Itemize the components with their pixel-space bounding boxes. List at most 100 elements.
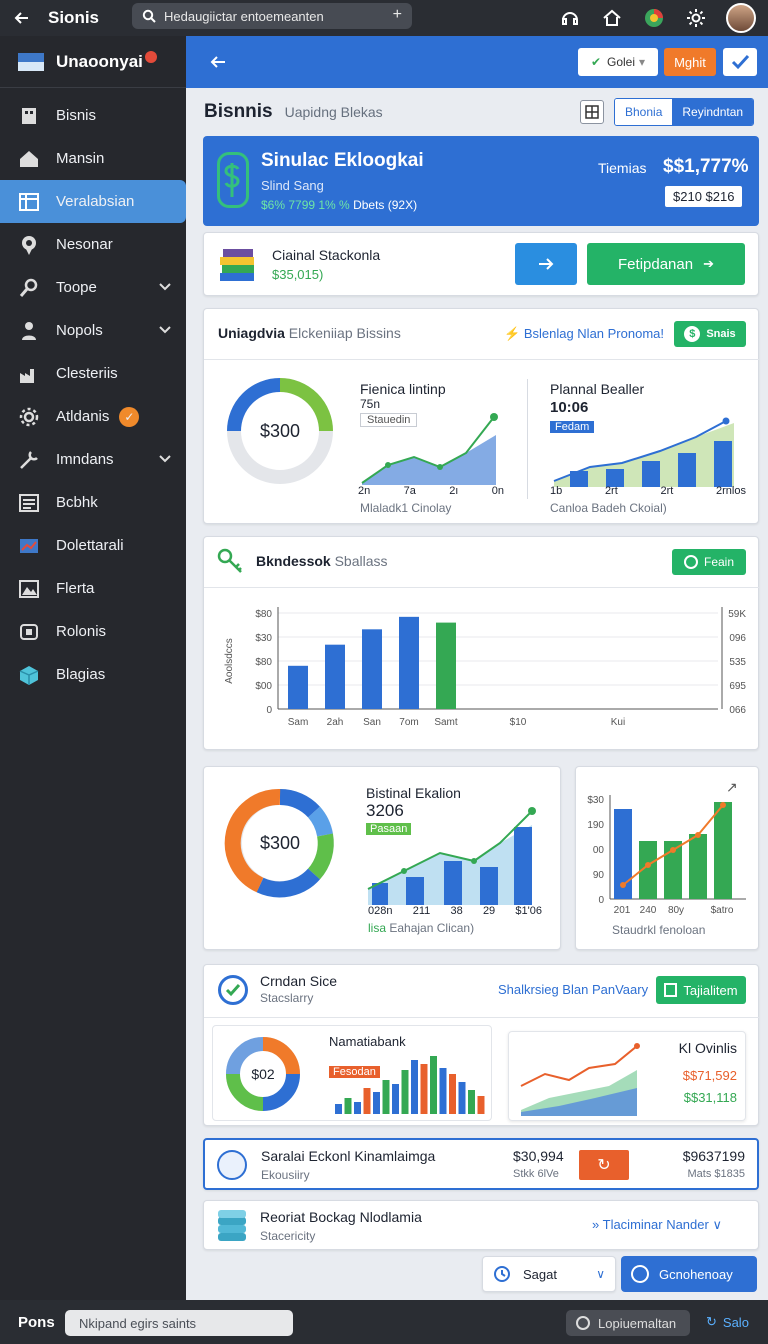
brand-alert-dot [144, 50, 157, 63]
divider [527, 379, 528, 499]
chevron-down-icon[interactable] [158, 280, 172, 294]
divider [204, 359, 760, 360]
sidebar-item-blagias[interactable]: Blagias [0, 653, 186, 696]
refresh-icon: ↻ [597, 1157, 611, 1174]
chart2-title: Plannal Bealler [550, 381, 645, 397]
tools-icon [18, 449, 40, 471]
sidebar-item-veralabsian[interactable]: Veralabsian [0, 180, 186, 223]
area-chart-1 [361, 413, 498, 485]
sidebar-item-label: Nesonar [56, 236, 113, 253]
sidebar-item-mansin[interactable]: Mansin [0, 137, 186, 180]
trend-area-chart [520, 1043, 640, 1116]
bar [411, 1060, 418, 1114]
trend-point [695, 832, 701, 838]
list-icon [18, 492, 40, 514]
footer-link-label: Salo [722, 1314, 749, 1330]
notification-icon[interactable] [642, 6, 666, 30]
sidebar-item-label: Flerta [56, 580, 95, 597]
bar [689, 834, 707, 899]
plus-icon[interactable]: + [393, 6, 402, 24]
bar [335, 1104, 342, 1114]
sidebar-item-bisnis[interactable]: Bisnis [0, 94, 186, 137]
settings-gear-icon[interactable] [684, 6, 708, 30]
factory-icon [18, 363, 40, 385]
summary-panel: Crndan Sice Stacslarry Shalkrsieg Blan P… [203, 964, 760, 1126]
analytics-panel: Uniagdvia Elckeniiap Bissins ⚡ Bslenlag … [203, 308, 760, 524]
orange-action-button[interactable]: ↻ [579, 1150, 629, 1180]
sidebar-item-nesonar[interactable]: Nesonar [0, 223, 186, 266]
sidebar-item-label: Imndans [56, 451, 114, 468]
row2-title: Reoriat Bockag Nlodlamia [260, 1209, 422, 1225]
sidebar-item-dolettarali[interactable]: Dolettarali [0, 524, 186, 567]
panel5-subtitle: Stacslarry [260, 991, 314, 1005]
sidebar-item-flerta[interactable]: Flerta [0, 567, 186, 610]
sidebar-item-rolonis[interactable]: Rolonis [0, 610, 186, 653]
y-tick-label: $30 [255, 633, 272, 644]
seg-bhonia[interactable]: Bhonia [615, 99, 673, 125]
x-tick-label: 2rnlos [716, 485, 746, 497]
headset-icon[interactable] [558, 6, 582, 30]
bar [362, 629, 382, 709]
x-tick-label: $10 [510, 717, 527, 728]
bar-chart-panel: Bkndessok Sballass Feain $80 59K $30 096 $80… [203, 536, 760, 750]
sidebar-item-label: Blagias [56, 666, 106, 683]
row1-value-1-sub: Stkk 6lVe [513, 1168, 559, 1180]
brand-logo-icon [18, 52, 44, 71]
x-tick-label: 2rt [604, 485, 618, 497]
tajialitem-button[interactable]: Tajialitem [656, 976, 746, 1004]
grid-view-icon[interactable] [580, 100, 604, 124]
view-toggle: Bhonia Reyindntan [614, 98, 755, 126]
hero-card[interactable]: Sinulac Ekloogkai Slind Sang $6% 7799 1%… [203, 136, 759, 226]
row2-link-text: Tlaciminar Nander [602, 1217, 709, 1232]
back-arrow-icon[interactable] [10, 6, 34, 30]
panel-link[interactable]: ⚡ Bslenlag Nlan Pronoma! [504, 326, 664, 342]
primary-cta-button[interactable]: Fetipdanan ➔ [587, 243, 745, 285]
primary-button[interactable]: Gcnohenoay [621, 1256, 757, 1292]
tajialitem-label: Tajialitem [683, 982, 738, 998]
panel2-title: Bkndessok Sballass [256, 553, 388, 569]
y2-tick-label: 535 [729, 657, 746, 668]
snais-button[interactable]: $ Snais [674, 321, 746, 347]
search-input[interactable]: Hedaugiictar entoemeanten + [132, 3, 412, 29]
row2-link[interactable]: » Tlaciminar Nander ∨ [592, 1217, 722, 1233]
hero-title: Sinulac Ekloogkai [261, 150, 424, 171]
arrow-right-button[interactable] [515, 243, 577, 285]
sidebar-item-toope[interactable]: Toope [0, 266, 186, 309]
trend-point [645, 862, 651, 868]
sidebar-item-bcbhk[interactable]: Bcbhk [0, 481, 186, 524]
chart2-x-axis: 1b 2rt 2rt 2rnlos [550, 485, 746, 497]
feain-button[interactable]: Feain [672, 549, 746, 575]
list-row-2[interactable]: Reoriat Bockag Nlodlamia Stacericity » T… [203, 1200, 759, 1250]
select-dropdown[interactable]: Sagat ∨ [482, 1256, 616, 1292]
row2-subtitle: Stacericity [260, 1229, 316, 1243]
chevron-down-icon[interactable] [158, 323, 172, 337]
gear-icon [18, 406, 40, 428]
sidebar-item-atldanis[interactable]: Atldanis ✓ [0, 395, 186, 438]
sidebar-item-imndans[interactable]: Imndans [0, 438, 186, 481]
gold-button[interactable]: ✔ Golei ▾ [578, 48, 658, 76]
key-icon [216, 547, 244, 575]
cube-icon [18, 664, 40, 686]
arrow-right-icon: ➔ [703, 256, 714, 271]
user-avatar[interactable] [726, 3, 756, 33]
bolt-icon: ⚡ [504, 326, 521, 341]
list-row-1[interactable]: Saralai Eckonl Kinamlaimga Ekousiiry $30… [203, 1138, 759, 1190]
footer-input[interactable]: Nkipand egirs saints [65, 1310, 293, 1336]
footer-link[interactable]: ↻ Salo [706, 1314, 749, 1330]
sidebar-item-nopols[interactable]: Nopols [0, 309, 186, 352]
brand[interactable]: Unaoonyai [0, 36, 186, 88]
panel5-link[interactable]: Shalkrsieg Blan PanVaary [498, 982, 648, 997]
page-title: Bisnnis [204, 101, 273, 122]
bar [430, 1056, 437, 1114]
chevron-down-icon[interactable] [158, 452, 172, 466]
back-arrow-icon[interactable] [208, 52, 228, 72]
sidebar-item-clesteriis[interactable]: Clesteriis [0, 352, 186, 395]
home-icon[interactable] [600, 6, 624, 30]
might-button[interactable]: Mghit [664, 48, 716, 76]
footer-pill-button[interactable]: Lopiuemaltan [566, 1310, 690, 1336]
hero-pill: $210 $216 [665, 186, 743, 207]
seg-reyindntan[interactable]: Reyindntan [672, 99, 754, 125]
confirm-check-button[interactable] [723, 48, 757, 76]
chart1-title: Fienica lintinp [360, 381, 446, 397]
y-axis-title: Aoolsdccs [224, 638, 235, 684]
